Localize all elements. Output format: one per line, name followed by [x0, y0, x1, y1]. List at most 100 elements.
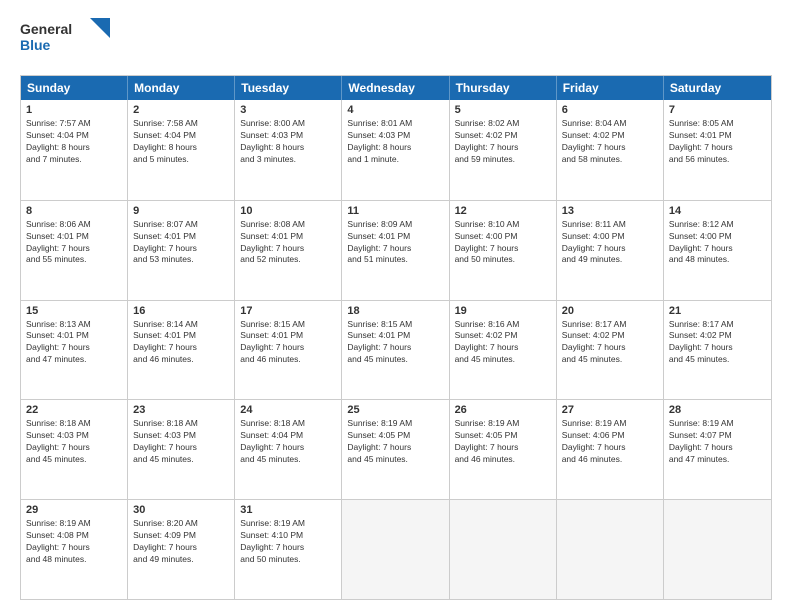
day-number: 9: [133, 205, 229, 217]
day-info: Sunrise: 8:19 AMSunset: 4:08 PMDaylight:…: [26, 518, 122, 566]
day-number: 7: [669, 104, 766, 116]
calendar-cell: 3 Sunrise: 8:00 AMSunset: 4:03 PMDaylight…: [235, 100, 342, 200]
calendar-cell: 25Sunrise: 8:19 AMSunset: 4:05 PMDayligh…: [342, 400, 449, 499]
day-header-tuesday: Tuesday: [235, 76, 342, 100]
day-info: Sunrise: 8:04 AMSunset: 4:02 PMDaylight:…: [562, 118, 658, 166]
day-info: Sunrise: 8:18 AMSunset: 4:03 PMDaylight:…: [26, 418, 122, 466]
svg-text:Blue: Blue: [20, 37, 51, 53]
calendar-cell: 28 Sunrise: 8:19 AMSunset: 4:07 PMDayligh…: [664, 400, 771, 499]
calendar-cell: 24Sunrise: 8:18 AMSunset: 4:04 PMDayligh…: [235, 400, 342, 499]
day-info: Sunrise: 8:00 AMSunset: 4:03 PMDaylight:…: [240, 118, 336, 166]
day-info: Sunrise: 7:58 AMSunset: 4:04 PMDaylight:…: [133, 118, 229, 166]
day-header-thursday: Thursday: [450, 76, 557, 100]
calendar-cell: 10Sunrise: 8:08 AMSunset: 4:01 PMDayligh…: [235, 201, 342, 300]
day-header-wednesday: Wednesday: [342, 76, 449, 100]
calendar-cell: 20 Sunrise: 8:17 AMSunset: 4:02 PMDayligh…: [557, 301, 664, 400]
day-info: Sunrise: 8:14 AMSunset: 4:01 PMDaylight:…: [133, 319, 229, 367]
day-info: Sunrise: 8:01 AMSunset: 4:03 PMDaylight:…: [347, 118, 443, 166]
calendar-cell: 1Sunrise: 7:57 AMSunset: 4:04 PMDaylight…: [21, 100, 128, 200]
logo-icon: General Blue: [20, 16, 120, 60]
calendar-cell: 14 Sunrise: 8:12 AMSunset: 4:00 PMDayligh…: [664, 201, 771, 300]
calendar-cell: 17Sunrise: 8:15 AMSunset: 4:01 PMDayligh…: [235, 301, 342, 400]
calendar-cell: 12 Sunrise: 8:10 AMSunset: 4:00 PMDayligh…: [450, 201, 557, 300]
calendar-week-4: 22 Sunrise: 8:18 AMSunset: 4:03 PMDayligh…: [21, 399, 771, 499]
day-number: 29: [26, 504, 122, 516]
calendar-week-3: 15 Sunrise: 8:13 AMSunset: 4:01 PMDayligh…: [21, 300, 771, 400]
day-info: Sunrise: 8:16 AMSunset: 4:02 PMDaylight:…: [455, 319, 551, 367]
day-number: 8: [26, 205, 122, 217]
day-number: 15: [26, 305, 122, 317]
day-info: Sunrise: 8:06 AMSunset: 4:01 PMDaylight:…: [26, 219, 122, 267]
day-info: Sunrise: 8:07 AMSunset: 4:01 PMDaylight:…: [133, 219, 229, 267]
calendar-cell: 9 Sunrise: 8:07 AMSunset: 4:01 PMDaylight…: [128, 201, 235, 300]
day-info: Sunrise: 8:18 AMSunset: 4:03 PMDaylight:…: [133, 418, 229, 466]
page: General Blue SundayMondayTuesdayWednesda…: [0, 0, 792, 612]
day-number: 12: [455, 205, 551, 217]
day-number: 11: [347, 205, 443, 217]
day-info: Sunrise: 8:20 AMSunset: 4:09 PMDaylight:…: [133, 518, 229, 566]
calendar-header: SundayMondayTuesdayWednesdayThursdayFrid…: [21, 76, 771, 100]
day-number: 18: [347, 305, 443, 317]
calendar-cell: 27 Sunrise: 8:19 AMSunset: 4:06 PMDayligh…: [557, 400, 664, 499]
calendar-cell: 23 Sunrise: 8:18 AMSunset: 4:03 PMDayligh…: [128, 400, 235, 499]
calendar-cell: 22 Sunrise: 8:18 AMSunset: 4:03 PMDayligh…: [21, 400, 128, 499]
day-number: 19: [455, 305, 551, 317]
calendar-cell: 2 Sunrise: 7:58 AMSunset: 4:04 PMDaylight…: [128, 100, 235, 200]
day-number: 30: [133, 504, 229, 516]
calendar-cell: 21 Sunrise: 8:17 AMSunset: 4:02 PMDayligh…: [664, 301, 771, 400]
calendar-cell: 4 Sunrise: 8:01 AMSunset: 4:03 PMDaylight…: [342, 100, 449, 200]
day-number: 26: [455, 404, 551, 416]
day-info: Sunrise: 8:09 AMSunset: 4:01 PMDaylight:…: [347, 219, 443, 267]
calendar-cell: 8 Sunrise: 8:06 AMSunset: 4:01 PMDaylight…: [21, 201, 128, 300]
day-info: Sunrise: 8:10 AMSunset: 4:00 PMDaylight:…: [455, 219, 551, 267]
day-number: 3: [240, 104, 336, 116]
calendar-cell: 26 Sunrise: 8:19 AMSunset: 4:05 PMDayligh…: [450, 400, 557, 499]
day-info: Sunrise: 8:13 AMSunset: 4:01 PMDaylight:…: [26, 319, 122, 367]
day-number: 25: [347, 404, 443, 416]
day-number: 10: [240, 205, 336, 217]
calendar-cell: 19 Sunrise: 8:16 AMSunset: 4:02 PMDayligh…: [450, 301, 557, 400]
day-number: 16: [133, 305, 229, 317]
calendar-cell: [342, 500, 449, 599]
day-header-friday: Friday: [557, 76, 664, 100]
day-number: 28: [669, 404, 766, 416]
day-info: Sunrise: 8:17 AMSunset: 4:02 PMDaylight:…: [562, 319, 658, 367]
day-header-monday: Monday: [128, 76, 235, 100]
day-info: Sunrise: 8:15 AMSunset: 4:01 PMDaylight:…: [347, 319, 443, 367]
day-number: 4: [347, 104, 443, 116]
day-info: Sunrise: 8:19 AMSunset: 4:07 PMDaylight:…: [669, 418, 766, 466]
day-number: 31: [240, 504, 336, 516]
calendar-cell: 18 Sunrise: 8:15 AMSunset: 4:01 PMDayligh…: [342, 301, 449, 400]
svg-text:General: General: [20, 21, 72, 37]
day-info: Sunrise: 8:19 AMSunset: 4:05 PMDaylight:…: [455, 418, 551, 466]
day-number: 23: [133, 404, 229, 416]
calendar-cell: 31Sunrise: 8:19 AMSunset: 4:10 PMDayligh…: [235, 500, 342, 599]
calendar-cell: 16 Sunrise: 8:14 AMSunset: 4:01 PMDayligh…: [128, 301, 235, 400]
calendar-cell: 6 Sunrise: 8:04 AMSunset: 4:02 PMDaylight…: [557, 100, 664, 200]
day-number: 2: [133, 104, 229, 116]
day-header-sunday: Sunday: [21, 76, 128, 100]
day-info: Sunrise: 8:05 AMSunset: 4:01 PMDaylight:…: [669, 118, 766, 166]
day-info: Sunrise: 8:17 AMSunset: 4:02 PMDaylight:…: [669, 319, 766, 367]
day-info: Sunrise: 8:18 AMSunset: 4:04 PMDaylight:…: [240, 418, 336, 466]
day-number: 27: [562, 404, 658, 416]
day-number: 14: [669, 205, 766, 217]
day-header-saturday: Saturday: [664, 76, 771, 100]
day-info: Sunrise: 8:15 AMSunset: 4:01 PMDaylight:…: [240, 319, 336, 367]
calendar-body: 1Sunrise: 7:57 AMSunset: 4:04 PMDaylight…: [21, 100, 771, 599]
calendar-cell: 5 Sunrise: 8:02 AMSunset: 4:02 PMDaylight…: [450, 100, 557, 200]
day-info: Sunrise: 8:12 AMSunset: 4:00 PMDaylight:…: [669, 219, 766, 267]
day-number: 20: [562, 305, 658, 317]
day-info: Sunrise: 8:19 AMSunset: 4:06 PMDaylight:…: [562, 418, 658, 466]
calendar-cell: 30 Sunrise: 8:20 AMSunset: 4:09 PMDayligh…: [128, 500, 235, 599]
calendar-cell: 29 Sunrise: 8:19 AMSunset: 4:08 PMDayligh…: [21, 500, 128, 599]
day-number: 6: [562, 104, 658, 116]
day-info: Sunrise: 8:02 AMSunset: 4:02 PMDaylight:…: [455, 118, 551, 166]
calendar-cell: [664, 500, 771, 599]
day-number: 21: [669, 305, 766, 317]
day-number: 22: [26, 404, 122, 416]
day-number: 5: [455, 104, 551, 116]
calendar: SundayMondayTuesdayWednesdayThursdayFrid…: [20, 75, 772, 600]
calendar-week-5: 29 Sunrise: 8:19 AMSunset: 4:08 PMDayligh…: [21, 499, 771, 599]
logo: General Blue: [20, 16, 120, 65]
